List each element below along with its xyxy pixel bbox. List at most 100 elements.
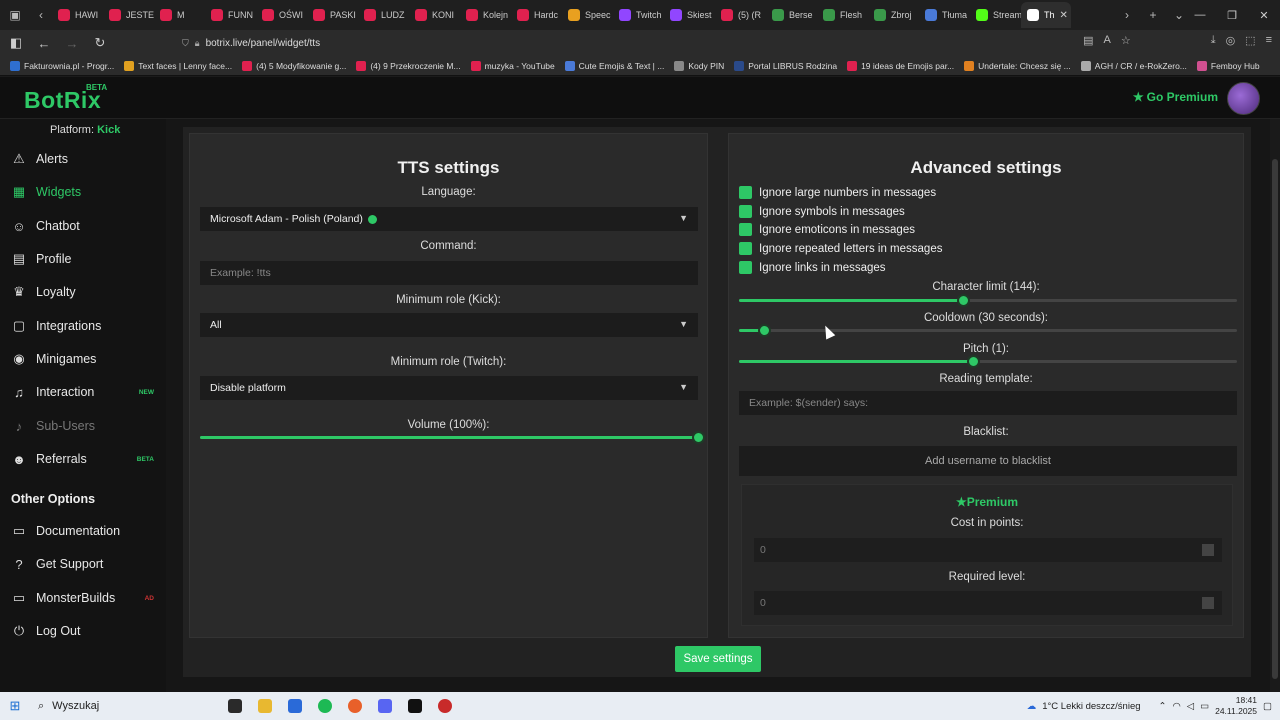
browser-tab[interactable]: Tłuma [919, 2, 970, 28]
new-tab-icon[interactable]: + [1142, 4, 1164, 26]
browser-tab[interactable]: Stream [970, 2, 1021, 28]
sidebar-item-loyalty[interactable]: ♛ Loyalty [12, 281, 162, 303]
char-limit-slider-thumb[interactable] [957, 294, 971, 307]
volume-slider-thumb[interactable] [692, 431, 705, 444]
checkbox[interactable] [739, 223, 752, 236]
menu-icon[interactable]: ≡ [1266, 34, 1272, 47]
cost-in-points-input[interactable]: 0 [754, 538, 1222, 562]
browser-tab[interactable]: Hardc [511, 2, 562, 28]
browser-tab[interactable]: LUDZ [358, 2, 409, 28]
task-view-icon[interactable] [220, 692, 250, 720]
bookmark-item[interactable]: Fakturownia.pl - Progr... [6, 60, 118, 71]
app-icon[interactable] [430, 692, 460, 720]
bookmark-item[interactable]: Femboy Hub [1193, 60, 1264, 71]
bookmark-item[interactable]: 19 ideas de Emojis par... [843, 60, 958, 71]
min-role-kick-select[interactable]: All ▼ [200, 313, 698, 337]
sidebar-item-alerts[interactable]: ⚠ Alerts [12, 148, 162, 170]
tab-close-icon[interactable]: ✕ [1060, 10, 1068, 21]
go-premium-link[interactable]: ★ Go Premium [1133, 90, 1218, 104]
restore-icon[interactable]: ❐ [1216, 0, 1248, 30]
sidebar-item-widgets[interactable]: ▦ Widgets [12, 181, 162, 203]
tray-chevron-icon[interactable]: ⌃ [1159, 701, 1167, 712]
reading-template-input[interactable]: Example: $(sender) says: [739, 391, 1237, 415]
browser-tab[interactable]: Twitch [613, 2, 664, 28]
browser-tab[interactable]: Berse [766, 2, 817, 28]
browser-tab[interactable]: PASKI [307, 2, 358, 28]
firefox-icon[interactable] [340, 692, 370, 720]
favorite-icon[interactable]: ☆ [1121, 34, 1131, 47]
browser-tab[interactable]: KONI [409, 2, 460, 28]
ignore-option-checkbox-row[interactable]: Ignore emoticons in messages [739, 223, 915, 236]
stepper-icon[interactable] [1202, 597, 1214, 609]
required-level-input[interactable]: 0 [754, 591, 1222, 615]
browser-tab[interactable]: M [154, 2, 205, 28]
bookmark-item[interactable]: (4) 9 Przekroczenie M... [352, 60, 464, 71]
taskbar-search[interactable]: ⌕ Wyszukaj [30, 695, 220, 717]
char-limit-slider[interactable] [739, 294, 1237, 307]
pitch-slider[interactable] [739, 355, 1237, 368]
ignore-option-checkbox-row[interactable]: Ignore links in messages [739, 261, 886, 274]
bookmark-item[interactable]: Cute Emojis & Text | ... [561, 60, 669, 71]
browser-tab[interactable]: Speec [562, 2, 613, 28]
volume-slider[interactable] [200, 431, 705, 444]
clock[interactable]: 18:41 24.11.2025 [1215, 695, 1257, 717]
discord-icon[interactable] [370, 692, 400, 720]
tab-scroll-right-icon[interactable]: › [1116, 4, 1138, 26]
browser-tab[interactable]: Skiest [664, 2, 715, 28]
bookmark-item[interactable]: Portal LIBRUS Rodzina [730, 60, 841, 71]
browser-tab[interactable]: JESTE [103, 2, 154, 28]
browser-tab[interactable]: Kolejn [460, 2, 511, 28]
checkbox[interactable] [739, 242, 752, 255]
browser-tab[interactable]: OŚWI [256, 2, 307, 28]
weather-text[interactable]: 1°C Lekki deszcz/śnieg [1042, 701, 1140, 712]
minimize-icon[interactable]: — [1184, 0, 1216, 30]
sidebar-item-interaction[interactable]: ♫ Interaction NEW [12, 381, 162, 403]
pitch-slider-thumb[interactable] [967, 355, 981, 368]
sidebar-item-minigames[interactable]: ◉ Minigames [12, 348, 162, 370]
checkbox[interactable] [739, 186, 752, 199]
battery-icon[interactable]: ▭ [1200, 701, 1209, 712]
url-field[interactable]: ⛉ 🔒︎ botrix.live/panel/widget/tts [182, 38, 320, 49]
notifications-icon[interactable]: ▢ [1263, 701, 1272, 712]
scrollbar-thumb[interactable] [1272, 159, 1278, 679]
add-blacklist-button[interactable]: Add username to blacklist [739, 446, 1237, 476]
browser-tab[interactable]: Zbroj [868, 2, 919, 28]
bookmark-item[interactable]: Text faces | Lenny face... [120, 60, 236, 71]
account-icon[interactable]: ◎ [1226, 34, 1236, 47]
terminal-icon[interactable] [400, 692, 430, 720]
windows-start-icon[interactable]: ⊞ [0, 692, 30, 720]
ignore-option-checkbox-row[interactable]: Ignore repeated letters in messages [739, 242, 942, 255]
sidebar-toggle-icon[interactable]: ◧ [4, 31, 28, 55]
bookmark-item[interactable]: Kody PIN [670, 60, 728, 71]
bookmark-item[interactable]: muzyka - YouTube [467, 60, 559, 71]
bookmark-item[interactable]: Undertale: Chcesz się ... [960, 60, 1075, 71]
back-icon[interactable]: ← [32, 31, 56, 55]
file-explorer-icon[interactable] [250, 692, 280, 720]
bookmark-item[interactable]: (4) 5 Modyfikowanie g... [238, 60, 350, 71]
save-settings-button[interactable]: Save settings [675, 646, 761, 672]
checkbox[interactable] [739, 205, 752, 218]
reader-mode-icon[interactable]: ▤ [1083, 34, 1093, 47]
checkbox[interactable] [739, 261, 752, 274]
avatar[interactable] [1227, 82, 1260, 115]
sidebar-item-referrals[interactable]: ☻ Referrals BETA [12, 448, 162, 470]
tab-actions-icon[interactable]: ▣ [4, 4, 26, 26]
extensions-icon[interactable]: ⬚ [1245, 34, 1255, 47]
sidebar-item-monsterbuilds[interactable]: ▭ MonsterBuilds AD [12, 587, 162, 609]
spotify-icon[interactable] [310, 692, 340, 720]
min-role-twitch-select[interactable]: Disable platform ▼ [200, 376, 698, 400]
browser-tab[interactable]: FUNN [205, 2, 256, 28]
bookmark-item[interactable]: AGH / CR / e-RokZero... [1077, 60, 1191, 71]
sidebar-item-chatbot[interactable]: ☺ Chatbot [12, 215, 162, 237]
reload-icon[interactable]: ↻ [88, 31, 112, 55]
page-scrollbar[interactable] [1270, 119, 1280, 692]
network-icon[interactable]: ◠ [1173, 701, 1181, 712]
sidebar-item-documentation[interactable]: ▭ Documentation [12, 520, 162, 542]
sidebar-item-sub-users[interactable]: ♪ Sub-Users [12, 415, 162, 437]
browser-tab[interactable]: Flesh [817, 2, 868, 28]
cooldown-slider[interactable] [739, 324, 1237, 337]
download-icon[interactable]: ⤓ [1211, 34, 1216, 47]
sidebar-item-get-support[interactable]: ? Get Support [12, 553, 162, 575]
cooldown-slider-thumb[interactable] [757, 324, 771, 337]
ignore-option-checkbox-row[interactable]: Ignore symbols in messages [739, 205, 905, 218]
